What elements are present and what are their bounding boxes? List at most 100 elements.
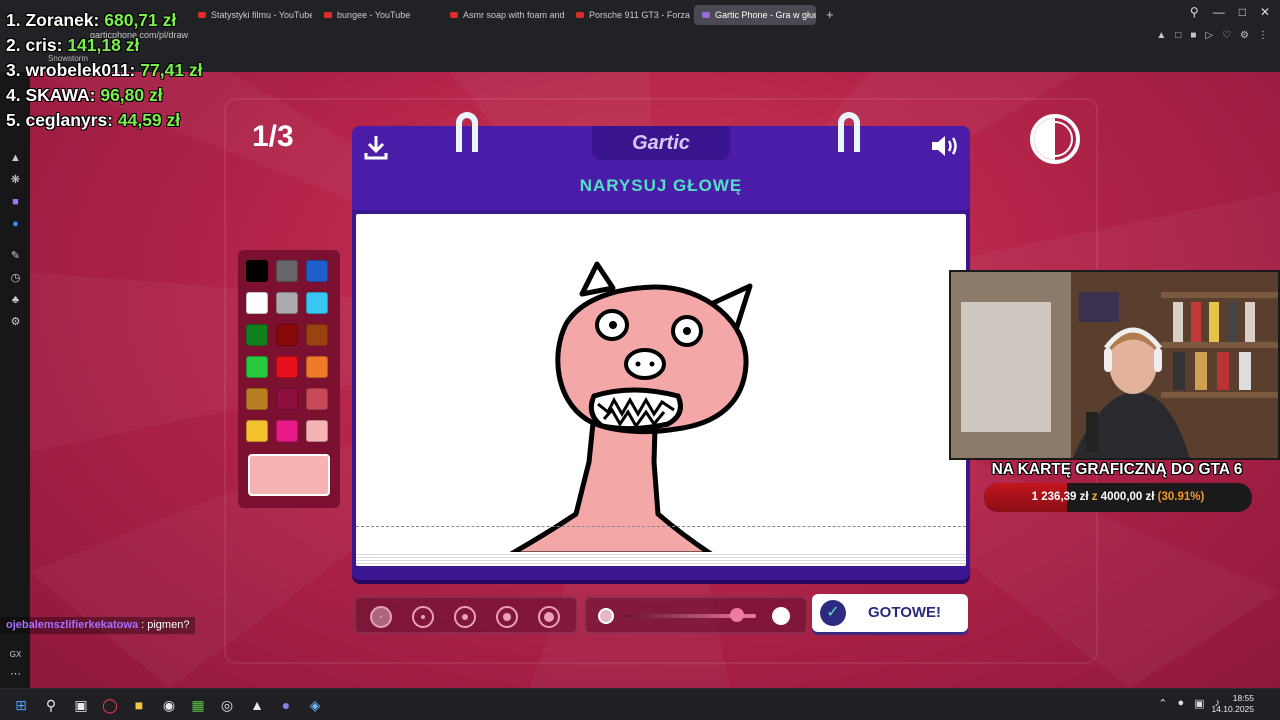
color-swatch[interactable] — [246, 324, 268, 346]
clock-icon[interactable]: ◷ — [9, 272, 22, 285]
search-icon[interactable]: ⚲ — [42, 696, 60, 714]
shield-icon[interactable]: ■ — [1190, 30, 1196, 41]
donation-leaderboard: 1. Zoranek: 680,71 zł 2. cris: 141,18 zł… — [6, 8, 203, 133]
close-icon[interactable]: ✕ — [1260, 5, 1270, 19]
color-swatch[interactable] — [306, 260, 328, 282]
donation-goal-text: 1 236,39 zł z 4000,00 zł (30.91%) — [984, 483, 1252, 512]
gx-label[interactable]: GX — [9, 648, 22, 661]
tab-porsche[interactable]: Porsche 911 GT3 - Forza — [568, 5, 690, 25]
webcam-feed — [949, 270, 1280, 460]
brush-icon[interactable]: ✎ — [9, 250, 22, 263]
windows-start-icon[interactable]: ⊞ — [12, 696, 30, 714]
menu-icon[interactable]: ⋮ — [1258, 30, 1268, 41]
clock-date: 14.10.2025 — [1211, 704, 1254, 714]
webcam-image — [951, 272, 1278, 458]
color-swatch[interactable] — [306, 292, 328, 314]
tab-title: Asmr soap with foam and — [463, 10, 564, 20]
brush-size-option[interactable] — [454, 606, 476, 628]
xbox-icon[interactable]: ▦ — [189, 696, 207, 714]
animal-icon[interactable]: ♣ — [9, 294, 22, 307]
leaderboard-name: 5. ceglanyrs: — [6, 110, 113, 130]
messenger-icon[interactable]: ● — [9, 218, 22, 231]
opacity-slider-thumb[interactable] — [729, 608, 744, 622]
taskbar: ⊞ ⚲ ▣ ◯ ■ ◉ ▦ ◎ ▲ ● ◈ ⌃ ● ▣ ♪ 18:55 14.1… — [0, 688, 1280, 720]
settings-icon[interactable]: ⚙ — [9, 316, 22, 329]
binder-ring-left — [456, 112, 478, 152]
color-swatch[interactable] — [276, 324, 298, 346]
leaderboard-row: 5. ceglanyrs: 44,59 zł — [6, 108, 203, 133]
extension-icons: ▲ □ ■ ▷ ♡ ⚙ ⋮ — [1156, 30, 1268, 41]
discord-icon[interactable]: ● — [277, 696, 295, 714]
brush-size-option[interactable] — [370, 606, 392, 628]
file-explorer-icon[interactable]: ■ — [130, 696, 148, 714]
play-icon[interactable]: ▷ — [1205, 30, 1213, 41]
new-tab-button[interactable]: + — [820, 5, 840, 25]
tab-asmr[interactable]: Asmr soap with foam and — [442, 5, 564, 25]
leaderboard-row: 4. SKAWA: 96,80 zł — [6, 83, 203, 108]
color-swatch[interactable] — [276, 420, 298, 442]
arrow-icon[interactable]: ▲ — [9, 152, 22, 165]
leaderboard-amount: 96,80 zł — [100, 85, 163, 105]
opacity-min-icon — [598, 608, 614, 624]
pin-icon[interactable]: ▲ — [1156, 30, 1166, 41]
color-swatch[interactable] — [306, 356, 328, 378]
logo-plate: Gartic — [592, 126, 730, 160]
brush-size-toolbar — [354, 596, 578, 634]
color-swatch[interactable] — [246, 356, 268, 378]
chevron-up-icon[interactable]: ⌃ — [1158, 697, 1167, 710]
search-icon[interactable]: ⚲ — [1190, 5, 1199, 19]
chat-text: pigmen? — [147, 619, 190, 631]
maximize-icon[interactable]: □ — [1239, 5, 1246, 19]
color-swatch[interactable] — [306, 324, 328, 346]
color-palette — [238, 250, 340, 508]
color-swatch[interactable] — [276, 388, 298, 410]
drawing-canvas[interactable] — [356, 214, 966, 566]
leaderboard-amount: 680,71 zł — [104, 10, 177, 30]
goal-target: 4000,00 zł — [1100, 491, 1155, 503]
extensions-icon[interactable]: ⚙ — [1240, 30, 1249, 41]
speaker-icon[interactable] — [930, 134, 960, 158]
color-swatch[interactable] — [246, 388, 268, 410]
chatgpt-icon[interactable]: ❋ — [9, 174, 22, 187]
color-swatch[interactable] — [276, 356, 298, 378]
steam-icon[interactable]: ◉ — [160, 696, 178, 714]
twitch-icon[interactable]: ■ — [9, 196, 22, 209]
steam-alt-icon[interactable]: ◈ — [306, 696, 324, 714]
color-swatch[interactable] — [306, 388, 328, 410]
minimize-icon[interactable]: — — [1213, 5, 1225, 19]
brush-size-option[interactable] — [412, 606, 434, 628]
done-button[interactable]: ✓ GOTOWE! — [812, 594, 968, 632]
drawing-card: Gartic NARYSUJ GŁOWĘ — [352, 112, 970, 580]
heart-icon[interactable]: ♡ — [1222, 30, 1231, 41]
clock[interactable]: 18:55 14.10.2025 — [1211, 693, 1254, 715]
more-icon[interactable]: ⋯ — [9, 668, 22, 681]
color-swatch[interactable] — [246, 292, 268, 314]
screenshot-icon[interactable]: □ — [1175, 30, 1181, 41]
paper-edge — [356, 552, 966, 566]
download-icon[interactable] — [364, 134, 388, 160]
tab-title: Gartic Phone - Gra w głuc — [715, 10, 816, 20]
microphone-icon[interactable]: ● — [1177, 697, 1184, 710]
tab-gartic[interactable]: Gartic Phone - Gra w głuc — [694, 5, 816, 25]
color-swatch[interactable] — [276, 260, 298, 282]
brush-size-option[interactable] — [538, 606, 560, 628]
color-swatch[interactable] — [246, 420, 268, 442]
network-icon[interactable]: ▣ — [1194, 697, 1204, 710]
brush-size-option[interactable] — [496, 606, 518, 628]
youtube-icon — [324, 12, 332, 18]
color-swatch[interactable] — [246, 260, 268, 282]
color-swatch[interactable] — [276, 292, 298, 314]
opacity-max-icon — [772, 607, 790, 625]
opera-gx-icon[interactable]: ◯ — [101, 696, 119, 714]
donation-goal-title: NA KARTĘ GRAFICZNĄ DO GTA 6 — [991, 461, 1243, 478]
tab-bungee[interactable]: bungee - YouTube — [316, 5, 438, 25]
canvas-guide-line — [356, 526, 966, 527]
chat-message: ojebalemszlifierkekatowa : pigmen? — [0, 617, 196, 634]
tab-youtube-stats[interactable]: Statystyki filmu - YouTube — [190, 5, 312, 25]
color-swatch[interactable] — [306, 420, 328, 442]
chrome-icon[interactable]: ◎ — [218, 696, 236, 714]
window-controls: ⚲ — □ ✕ — [1190, 5, 1270, 19]
leaderboard-name: 1. Zoranek: — [6, 10, 100, 30]
app-icon[interactable]: ▲ — [248, 696, 266, 714]
task-view-icon[interactable]: ▣ — [72, 696, 90, 714]
